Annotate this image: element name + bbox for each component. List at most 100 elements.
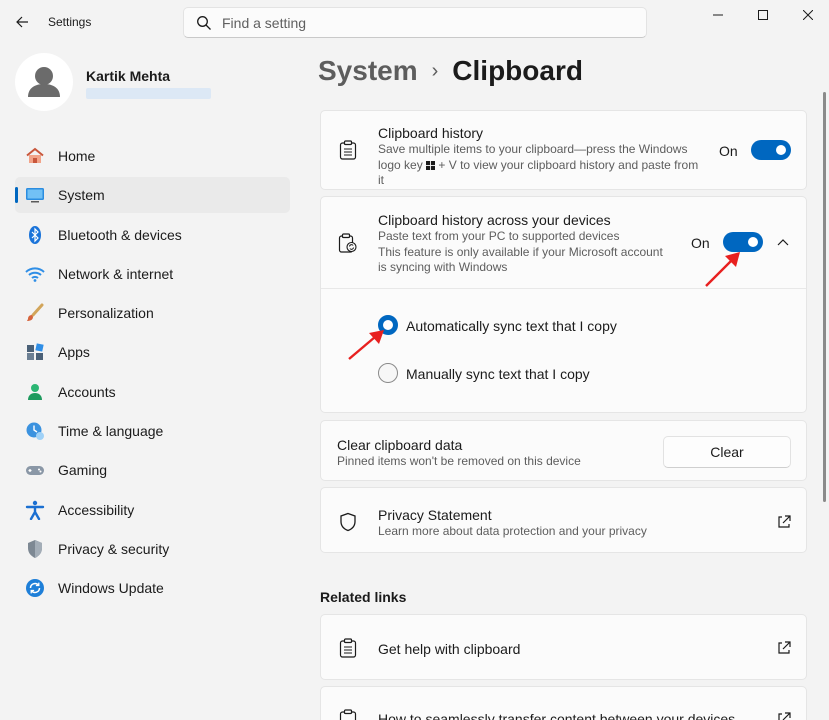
search-box[interactable] [183, 7, 647, 38]
sidebar-item-label: Windows Update [58, 580, 164, 597]
clipboard-icon [338, 709, 358, 720]
desc-line: Paste text from your PC to supported dev… [378, 229, 620, 243]
breadcrumb: System › Clipboard [318, 55, 583, 87]
clear-button[interactable]: Clear [663, 436, 791, 468]
scrollbar[interactable] [823, 92, 826, 502]
apps-icon [25, 342, 45, 362]
sidebar-item-label: Accessibility [58, 501, 135, 518]
sidebar-item-accounts[interactable]: Accounts [15, 374, 290, 410]
cross-device-card: Clipboard history across your devices Pa… [320, 196, 807, 413]
user-silhouette-icon [28, 67, 60, 97]
user-name: Kartik Mehta [86, 68, 171, 84]
clipboard-icon [338, 638, 358, 658]
brush-icon [25, 303, 45, 323]
maximize-icon [758, 10, 768, 20]
update-icon [25, 578, 45, 598]
sidebar-item-label: Home [58, 148, 96, 164]
sidebar-item-home[interactable]: Home [15, 138, 290, 174]
sidebar-item-windows-update[interactable]: Windows Update [15, 570, 290, 606]
desc-line: Save multiple items to your clipboard—pr… [378, 142, 688, 156]
annotation-arrow-radio [348, 330, 384, 360]
setting-title: Clear clipboard data [337, 437, 463, 453]
search-input[interactable] [222, 12, 622, 34]
clipboard-history-card: Clipboard history Save multiple items to… [320, 110, 807, 190]
sidebar-item-network[interactable]: Network & internet [15, 256, 290, 292]
setting-title: Privacy Statement [378, 507, 492, 523]
setting-description: Paste text from your PC to supported dev… [378, 229, 663, 276]
sidebar-item-personalization[interactable]: Personalization [15, 295, 290, 331]
close-button[interactable] [786, 0, 829, 30]
bluetooth-icon [25, 225, 45, 245]
sidebar-nav: Home System Bluetooth & devices Network … [15, 138, 290, 610]
toggle-state-label: On [719, 143, 738, 159]
privacy-statement-card[interactable]: Privacy Statement Learn more about data … [320, 487, 807, 553]
user-email-redacted [86, 88, 211, 99]
setting-description: Save multiple items to your clipboard—pr… [378, 142, 698, 189]
related-link-label: Get help with clipboard [378, 641, 521, 657]
shield-outline-icon [338, 512, 358, 532]
related-link-help[interactable]: Get help with clipboard [320, 614, 807, 680]
desc-line: is syncing with Windows [378, 260, 508, 274]
clear-clipboard-card: Clear clipboard data Pinned items won't … [320, 420, 807, 481]
gaming-icon [25, 460, 45, 480]
annotation-arrow-toggle [705, 252, 740, 287]
back-button[interactable] [8, 8, 36, 36]
avatar[interactable] [15, 53, 73, 111]
related-links-heading: Related links [320, 589, 407, 605]
radio-label-manual-sync[interactable]: Manually sync text that I copy [406, 366, 590, 382]
related-link-label: How to seamlessly transfer content betwe… [378, 711, 736, 720]
external-link-icon [778, 712, 791, 720]
sidebar-item-system[interactable]: System [15, 177, 290, 214]
sidebar-item-privacy-security[interactable]: Privacy & security [15, 531, 290, 567]
minimize-button[interactable] [696, 0, 740, 30]
desc-line: This feature is only available if your M… [378, 244, 663, 259]
clipboard-icon [338, 140, 358, 160]
back-arrow-icon [16, 16, 28, 28]
maximize-button[interactable] [741, 0, 785, 30]
collapse-button[interactable] [773, 232, 793, 252]
close-icon [803, 10, 813, 20]
sidebar-item-apps[interactable]: Apps [15, 334, 290, 370]
sidebar-item-label: Time & language [58, 423, 164, 440]
windows-logo-icon [426, 160, 436, 170]
related-link-transfer[interactable]: How to seamlessly transfer content betwe… [320, 686, 807, 720]
sidebar-item-label: Privacy & security [58, 540, 170, 557]
radio-manual-sync[interactable] [378, 363, 398, 383]
setting-title: Clipboard history [378, 125, 484, 141]
minimize-icon [713, 14, 723, 16]
search-icon [197, 16, 211, 30]
sidebar-item-label: Bluetooth & devices [58, 226, 182, 243]
sidebar-item-label: Network & internet [58, 265, 174, 282]
sidebar-item-accessibility[interactable]: Accessibility [15, 492, 290, 528]
system-icon [25, 185, 45, 205]
radio-label-auto-sync[interactable]: Automatically sync text that I copy [406, 318, 617, 334]
sidebar-item-label: Gaming [58, 462, 108, 479]
sidebar-item-label: System [58, 187, 105, 204]
external-link-icon [778, 515, 791, 528]
external-link-icon [778, 641, 791, 654]
breadcrumb-separator: › [431, 59, 439, 82]
accessibility-icon [25, 500, 45, 520]
clipboard-sync-icon [338, 233, 358, 253]
time-language-icon [25, 421, 45, 441]
breadcrumb-parent[interactable]: System [318, 55, 418, 87]
shield-icon [25, 539, 45, 559]
desc-text: logo key [378, 157, 423, 172]
desc-line: logo key + V to view your clipboard hist… [378, 158, 698, 174]
desc-text: + V to view your clipboard history and p… [438, 157, 699, 172]
accounts-icon [25, 382, 45, 402]
sidebar-item-time-language[interactable]: Time & language [15, 413, 290, 449]
network-icon [25, 264, 45, 284]
chevron-up-icon [777, 239, 789, 246]
desc-line: it [378, 173, 384, 187]
clipboard-history-toggle[interactable] [751, 140, 791, 160]
home-icon [25, 146, 45, 166]
setting-description: Learn more about data protection and you… [378, 524, 647, 538]
setting-title: Clipboard history across your devices [378, 212, 611, 228]
sidebar-item-gaming[interactable]: Gaming [15, 452, 290, 488]
sidebar-item-label: Personalization [58, 305, 154, 322]
title-bar: Settings [0, 0, 829, 44]
sidebar-item-bluetooth[interactable]: Bluetooth & devices [15, 217, 290, 253]
page-title: Clipboard [452, 55, 583, 86]
sidebar-item-label: Apps [58, 344, 90, 361]
